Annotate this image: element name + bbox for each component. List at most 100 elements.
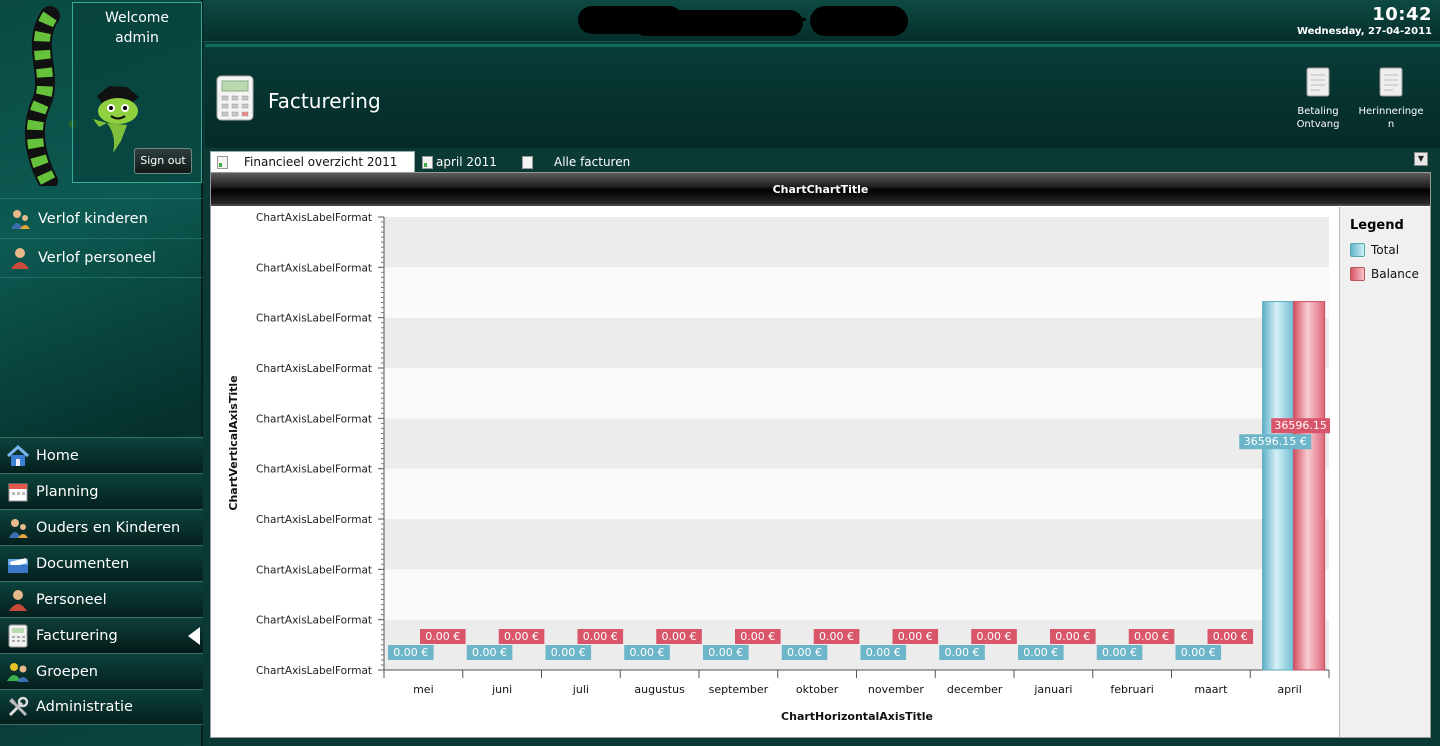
chart-legend: Legend Total Balance — [1339, 207, 1430, 737]
logo-area: Welcome admin Sign out — [0, 0, 203, 198]
x-tick-label: oktober — [796, 683, 839, 696]
nav-item-planning[interactable]: Planning — [0, 473, 203, 509]
nav-item-label: Ouders en Kinderen — [36, 519, 181, 536]
data-label-total: 0.00 € — [1181, 646, 1216, 659]
x-tick-label: augustus — [634, 683, 685, 696]
spreadsheet-icon — [422, 155, 433, 169]
spreadsheet-icon — [217, 155, 228, 169]
data-label-total: 0.00 € — [787, 646, 822, 659]
betaling-ontvangen-button[interactable]: Betaling Ontvang — [1285, 67, 1351, 131]
x-tick-label: maart — [1194, 683, 1228, 696]
legend-swatch-total — [1350, 243, 1365, 257]
nav-item-label: Documenten — [36, 555, 130, 572]
legend-item-balance: Balance — [1350, 267, 1430, 281]
legend-item-total: Total — [1350, 243, 1430, 257]
grid-band — [384, 619, 1329, 670]
y-tick-label: ChartAxisLabelFormat — [256, 564, 372, 576]
nav-item-ouders-en-kinderen[interactable]: Ouders en Kinderen — [0, 509, 203, 545]
y-tick-label: ChartAxisLabelFormat — [256, 363, 372, 375]
grid-band — [384, 368, 1329, 419]
chart-title: ChartChartTitle — [211, 173, 1430, 206]
nav-item-groepen[interactable]: Groepen — [0, 653, 203, 689]
nav-item-label: Home — [36, 447, 79, 464]
y-tick-label: ChartAxisLabelFormat — [256, 262, 372, 274]
button-label: Betaling — [1297, 106, 1339, 117]
x-axis-title: ChartHorizontalAxisTitle — [781, 710, 933, 723]
x-tick-label: december — [947, 683, 1003, 696]
x-tick-label: mei — [413, 683, 434, 696]
calculator-icon — [6, 624, 30, 648]
tab-financieel-overzicht[interactable]: Financieel overzicht 2011 — [210, 151, 415, 172]
button-label: Herinneringe — [1358, 106, 1424, 117]
top-bar: 10:42 Wednesday, 27-04-2011 — [203, 0, 1440, 42]
tab-label: Financieel overzicht 2011 — [244, 155, 398, 169]
welcome-box: Welcome admin Sign out — [72, 2, 202, 183]
grid-band — [384, 217, 1329, 268]
chart-panel: ChartAxisLabelFormat ChartAxisLabelFormat… — [210, 172, 1431, 738]
bar-chart: ChartAxisLabelFormat ChartAxisLabelFormat… — [227, 212, 1331, 723]
x-tick-label: juli — [572, 683, 589, 696]
sidebar: Welcome admin Sign out Verlof kinderen V… — [0, 0, 203, 746]
button-label: Ontvang — [1296, 119, 1340, 130]
tab-alle-facturen[interactable]: Alle facturen — [516, 152, 630, 172]
herinneringen-button[interactable]: Herinneringe n — [1358, 67, 1424, 131]
data-label-balance: 0.00 € — [583, 630, 618, 643]
data-label-total: 0.00 € — [472, 646, 507, 659]
y-tick-label: ChartAxisLabelFormat — [256, 514, 372, 526]
y-tick-label: ChartAxisLabelFormat — [256, 313, 372, 325]
x-tick-label: april — [1277, 683, 1301, 696]
house-icon — [6, 444, 30, 468]
data-label-balance: 0.00 € — [662, 630, 697, 643]
data-label-total: 0.00 € — [708, 646, 743, 659]
data-label-balance: 0.00 € — [1213, 630, 1248, 643]
grid-band — [384, 267, 1329, 318]
nav-item-facturering[interactable]: Facturering — [0, 617, 203, 653]
sidebar-item-verlof-kinderen[interactable]: Verlof kinderen — [0, 198, 203, 238]
sidebar-item-label: Verlof personeel — [38, 250, 156, 266]
documents-icon — [6, 552, 30, 576]
group-icon — [6, 660, 30, 684]
data-label-total: 0.00 € — [1023, 646, 1058, 659]
tab-label: april 2011 — [436, 155, 497, 169]
tab-label: Alle facturen — [554, 155, 631, 169]
x-tick-label: november — [868, 683, 924, 696]
y-tick-label: ChartAxisLabelFormat — [256, 464, 372, 476]
nav-item-home[interactable]: Home — [0, 437, 203, 473]
grid-band — [384, 317, 1329, 368]
data-label-balance: 0.00 € — [977, 630, 1012, 643]
nav-item-documenten[interactable]: Documenten — [0, 545, 203, 581]
parent-child-icon — [8, 207, 32, 231]
x-tick-label: juni — [491, 683, 512, 696]
button-label: n — [1387, 119, 1395, 130]
data-label-balance: 0.00 € — [898, 630, 933, 643]
legend-title: Legend — [1350, 218, 1404, 233]
nav-item-personeel[interactable]: Personeel — [0, 581, 203, 617]
person-icon — [6, 588, 30, 612]
grid-band — [384, 418, 1329, 469]
calendar-icon — [6, 480, 30, 504]
parent-child-icon — [6, 516, 30, 540]
data-label-total: 0.00 € — [551, 646, 586, 659]
person-icon — [8, 246, 32, 270]
data-label-total: 0.00 € — [945, 646, 980, 659]
tab-april-2011[interactable]: april 2011 — [418, 152, 497, 172]
page-header: Facturering Betaling Ontvang Herinnering… — [205, 44, 1440, 148]
y-tick-label: ChartAxisLabelFormat — [256, 615, 372, 627]
nav-item-label: Groepen — [36, 663, 98, 680]
nav-item-label: Planning — [36, 483, 99, 500]
bar-balance — [1293, 301, 1326, 671]
data-label-balance: 0.00 € — [819, 630, 854, 643]
sidebar-item-verlof-personeel[interactable]: Verlof personeel — [0, 238, 203, 278]
redacted-title — [578, 4, 908, 36]
nav-item-administratie[interactable]: Administratie — [0, 689, 203, 725]
active-indicator-icon — [188, 627, 200, 645]
data-label-total: 0.00 € — [393, 646, 428, 659]
data-label-balance: 0.00 € — [1055, 630, 1090, 643]
nav-item-label: Personeel — [36, 591, 107, 608]
tools-icon — [6, 695, 30, 719]
data-label-balance: 0.00 € — [425, 630, 460, 643]
sign-out-button[interactable]: Sign out — [134, 148, 192, 174]
bar-total — [1262, 301, 1295, 671]
tab-menu-button[interactable]: ▼ — [1414, 152, 1428, 166]
calculator-icon — [216, 75, 254, 121]
